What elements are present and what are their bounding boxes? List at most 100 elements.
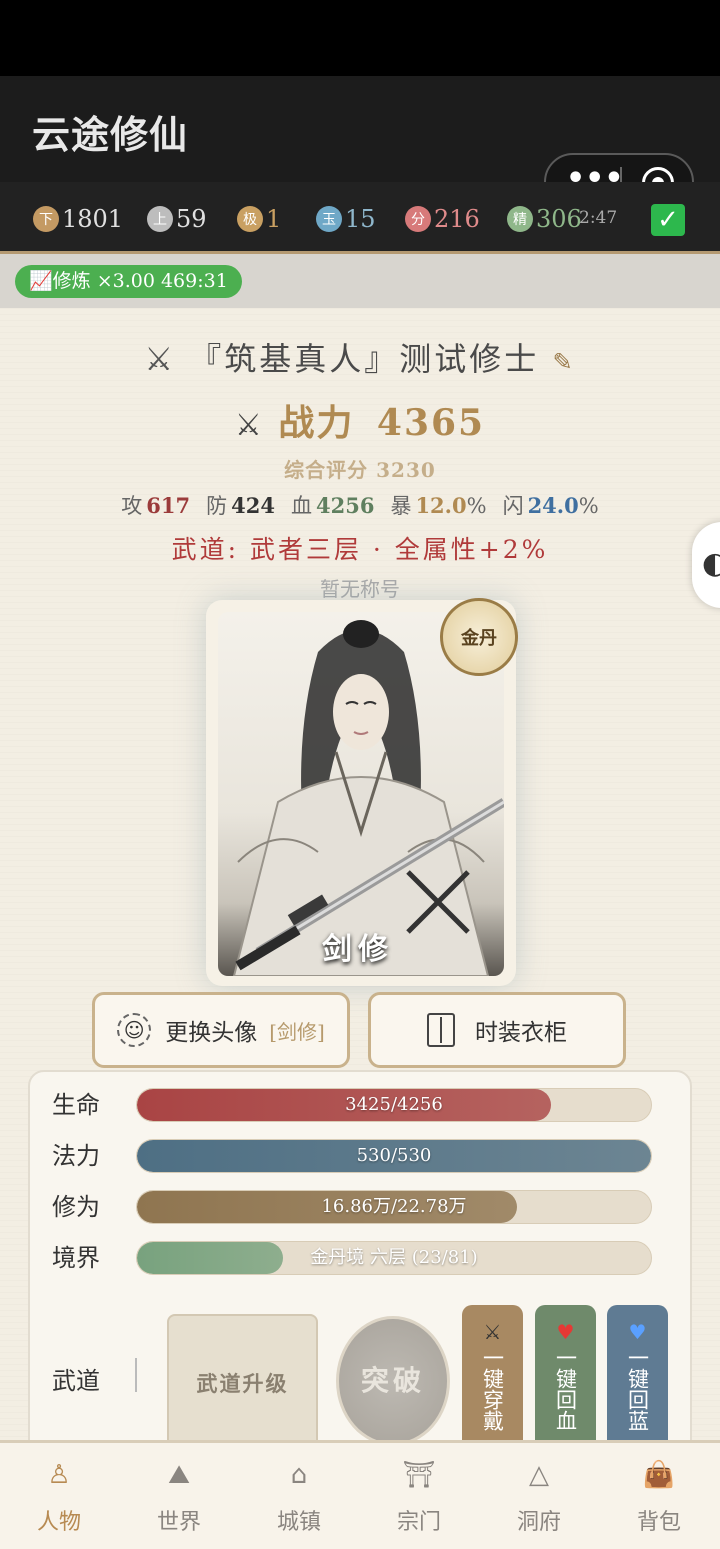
stat-label: 血	[290, 494, 312, 518]
stat-label: 闪	[502, 494, 524, 518]
combat-power: ⚔ 战力 4365	[0, 394, 720, 446]
stat-bar-row: 境界 金丹境 六层 (23/81)	[52, 1241, 652, 1275]
crossed-swords-icon: ⚔	[144, 340, 177, 378]
currency-coin-icon: 分	[405, 206, 431, 232]
currency-item: 精 306	[507, 204, 582, 234]
change-avatar-button[interactable]: ☺ 更换头像 [剑修]	[92, 992, 350, 1068]
quick-mana-label: 一键回蓝	[625, 1347, 650, 1431]
role-label: 剑修	[322, 932, 394, 967]
stat-value: 12.0	[415, 493, 467, 518]
nav-label: 洞府	[516, 1510, 561, 1535]
stat-value: 24.0	[527, 493, 579, 518]
progress-text: 金丹境 六层 (23/81)	[310, 1247, 478, 1268]
bar-label: 生命	[52, 1091, 100, 1119]
bar-label: 境界	[52, 1244, 100, 1272]
currency-coin-icon: 极	[237, 206, 263, 232]
crossed-swords-icon: ⚔	[234, 408, 264, 443]
attribute-stats: 攻 617 防 424 血 4256 暴 12.0% 闪 24.0%	[0, 490, 720, 520]
currency-coin-icon: 上	[147, 206, 173, 232]
penguin-icon: ◐	[702, 546, 720, 581]
currency-item: 下 1801	[33, 204, 123, 234]
currency-item: 极1	[237, 204, 281, 234]
crossed-swords-icon: ⚔	[483, 1320, 502, 1344]
currency-item: 上 59	[147, 204, 207, 234]
currency-value: 15	[345, 205, 376, 233]
timer-text: 2:47	[579, 208, 618, 228]
nav-label: 人物	[36, 1510, 81, 1535]
quick-heal-label: 一键回血	[553, 1347, 578, 1431]
currency-coin-icon: 下	[33, 206, 59, 232]
wudao-divider	[135, 1358, 137, 1392]
status-bar	[0, 0, 720, 76]
building-icon: ⌂	[290, 1460, 308, 1490]
nav-item[interactable]: ⛰ 世界	[134, 1458, 224, 1536]
progress-text: 3425/4256	[345, 1094, 443, 1115]
quick-heal-button[interactable]: ♥ 一键回血	[535, 1305, 596, 1455]
nav-item[interactable]: ♙ 人物	[14, 1458, 104, 1536]
character-name: 『筑基真人』测试修士	[189, 340, 540, 378]
blue-heart-icon: ♥	[628, 1320, 647, 1344]
stat-bar-row: 修为 16.86万/22.78万	[52, 1190, 652, 1224]
currency-value: 216	[434, 205, 480, 233]
training-badge[interactable]: 📈修炼 ×3.00 469:31	[15, 265, 242, 298]
realm-badge: 金丹	[440, 598, 518, 676]
person-icon: ♙	[47, 1460, 71, 1490]
wudao-bonus: 武道: 武者三层 · 全属性+2%	[171, 535, 549, 564]
stat-label: 攻	[121, 494, 143, 518]
wardrobe-button[interactable]: 时装衣柜	[368, 992, 626, 1068]
currency-item: 玉 15	[316, 204, 376, 234]
currency-value: 59	[176, 205, 207, 233]
currency-coin-icon: 精	[507, 206, 533, 232]
nav-label: 城镇	[276, 1510, 321, 1535]
wudao-label: 武道	[52, 1367, 100, 1395]
nav-label: 宗门	[396, 1510, 441, 1535]
cave-icon: △	[529, 1460, 549, 1490]
stat-label: 暴	[390, 494, 412, 518]
power-value: 4365	[376, 402, 486, 444]
stat-bar-row: 生命 3425/4256	[52, 1088, 652, 1122]
stat-unit: %	[466, 494, 487, 518]
bar-label: 法力	[52, 1142, 100, 1170]
progress-text: 530/530	[356, 1145, 432, 1166]
user-icon: ☺	[117, 1013, 152, 1047]
current-avatar-tag: [剑修]	[269, 1019, 325, 1044]
edit-pencil-icon[interactable]: ✎	[552, 348, 575, 376]
quick-mana-button[interactable]: ♥ 一键回蓝	[607, 1305, 668, 1455]
power-label: 战力	[278, 402, 355, 444]
stat-value: 424	[231, 493, 275, 518]
wudao-upgrade-button[interactable]: 武道升级	[167, 1314, 318, 1454]
progress-track: 530/530	[136, 1139, 652, 1173]
overall-score: 综合评分 3230	[284, 458, 436, 482]
app-title: 云途修仙	[32, 113, 189, 157]
red-heart-icon: ♥	[556, 1320, 575, 1344]
quick-equip-label: 一键穿戴	[480, 1347, 505, 1431]
currency-value: 1	[266, 205, 282, 233]
progress-text: 16.86万/22.78万	[321, 1196, 467, 1217]
stat-label: 防	[206, 494, 228, 518]
nav-label: 世界	[156, 1510, 201, 1535]
stat-item: 攻 617	[121, 493, 191, 518]
character-name-line: ⚔ 『筑基真人』测试修士 ✎	[0, 334, 720, 380]
bottom-nav	[0, 1440, 720, 1549]
stat-value: 4256	[315, 493, 375, 518]
nav-item[interactable]: △ 洞府	[494, 1458, 584, 1536]
progress-track: 16.86万/22.78万	[136, 1190, 652, 1224]
mountain-chart-icon: ⛰	[168, 1460, 190, 1490]
stat-bar-row: 法力 530/530	[52, 1139, 652, 1173]
nav-item[interactable]: ⛩ 宗门	[374, 1458, 464, 1536]
stat-value: 617	[146, 493, 191, 518]
nav-item[interactable]: 👜 背包	[614, 1458, 704, 1536]
character-title: 暂无称号	[320, 577, 400, 601]
check-icon[interactable]: ✓	[651, 204, 685, 236]
bar-label: 修为	[52, 1193, 100, 1221]
breakthrough-button[interactable]: 突破	[336, 1316, 450, 1446]
stat-unit: %	[578, 494, 599, 518]
currency-coin-icon: 玉	[316, 206, 342, 232]
quick-equip-button[interactable]: ⚔ 一键穿戴	[462, 1305, 523, 1455]
progress-track: 金丹境 六层 (23/81)	[136, 1241, 652, 1275]
stat-item: 防 424	[206, 493, 275, 518]
stat-item: 暴 12.0%	[390, 493, 487, 518]
change-avatar-label: 更换头像	[165, 1020, 258, 1046]
nav-item[interactable]: ⌂ 城镇	[254, 1458, 344, 1536]
bag-icon: 👜	[642, 1460, 676, 1490]
